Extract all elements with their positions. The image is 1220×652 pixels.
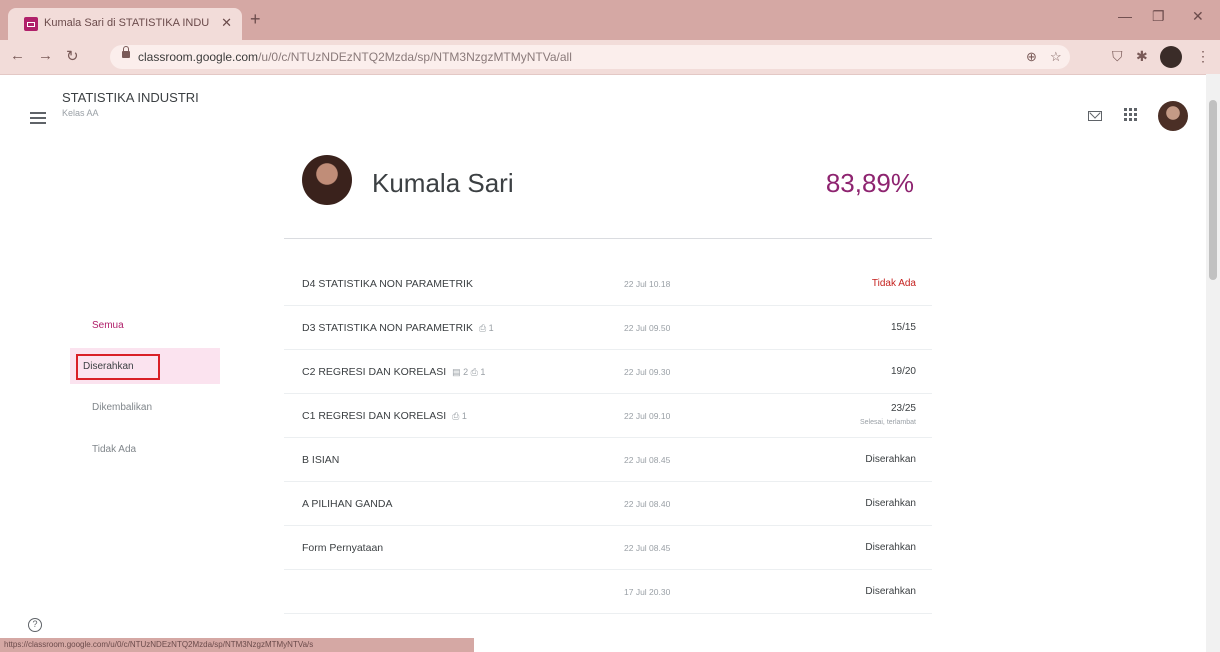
back-icon[interactable]: ← [10, 47, 25, 64]
assignment-title: B ISIAN [302, 454, 340, 466]
assignment-status: Diserahkan [865, 498, 916, 509]
scrollbar-thumb[interactable] [1209, 100, 1217, 280]
window-close-icon[interactable]: ✕ [1192, 8, 1204, 25]
url-path: /u/0/c/NTUzNDEzNTQ2Mzda/sp/NTM3NzgzMTMyN… [258, 50, 572, 64]
late-note: Selesai, terlambat [859, 419, 916, 426]
assignment-list: D4 STATISTIKA NON PARAMETRIK 22 Jul 10.1… [284, 262, 932, 614]
assignment-status: Diserahkan [865, 542, 916, 553]
extension-shield-icon[interactable]: ⛉ [1112, 48, 1123, 65]
attachment-count: ▤ 2 ⎙ 1 [452, 367, 486, 377]
link-status-bar: https://classroom.google.com/u/0/c/NTUzN… [0, 638, 474, 652]
new-tab-button[interactable]: + [250, 10, 261, 28]
url-text[interactable]: classroom.google.com/u/0/c/NTUzNDEzNTQ2M… [138, 50, 572, 64]
filter-diserahkan[interactable]: Diserahkan [76, 354, 160, 380]
browser-toolbar: ← → ↻ classroom.google.com/u/0/c/NTUzNDE… [0, 40, 1220, 75]
zoom-icon[interactable]: ⊕ [1026, 49, 1037, 65]
lock-icon [122, 46, 130, 58]
forward-icon[interactable]: → [38, 47, 53, 64]
assignment-title: C1 REGRESI DAN KORELASI ⎙ 1 [302, 410, 467, 422]
account-avatar[interactable] [1158, 101, 1188, 131]
assignment-date: 22 Jul 10.18 [624, 279, 671, 289]
assignment-date: 17 Jul 20.30 [624, 587, 671, 597]
browser-menu-icon[interactable]: ⋮ [1196, 48, 1210, 65]
student-avatar [302, 155, 352, 205]
assignment-grade: 23/25 [890, 403, 916, 414]
browser-tab[interactable]: Kumala Sari di STATISTIKA INDU ✕ [8, 8, 242, 40]
address-bar[interactable]: classroom.google.com/u/0/c/NTUzNDEzNTQ2M… [110, 45, 1070, 69]
assignment-title: C2 REGRESI DAN KORELASI ▤ 2 ⎙ 1 [302, 366, 486, 378]
assignment-row[interactable]: B ISIAN 22 Jul 08.45 Diserahkan [284, 438, 932, 482]
browser-profile-avatar[interactable] [1160, 46, 1182, 68]
filter-tidak-ada[interactable]: Tidak Ada [92, 444, 136, 455]
assignment-grade: 15/15 [890, 322, 916, 333]
assignment-date: 22 Jul 09.30 [624, 367, 671, 377]
assignment-row[interactable]: Form Pernyataan 22 Jul 08.45 Diserahkan [284, 526, 932, 570]
tab-title: Kumala Sari di STATISTIKA INDU [44, 17, 210, 29]
main-menu-icon[interactable] [30, 112, 46, 124]
classroom-favicon-icon [24, 17, 38, 31]
assignment-row[interactable]: A PILIHAN GANDA 22 Jul 08.40 Diserahkan [284, 482, 932, 526]
extensions-puzzle-icon[interactable]: ✱ [1136, 48, 1148, 65]
assignment-date: 22 Jul 08.40 [624, 499, 671, 509]
assignment-status: Tidak Ada [871, 278, 916, 289]
mail-icon[interactable] [1088, 111, 1102, 121]
class-section: Kelas AA [62, 108, 99, 118]
assignment-title: Form Pernyataan [302, 542, 384, 554]
attachment-count: ⎙ 1 [452, 411, 467, 421]
assignment-title: D4 STATISTIKA NON PARAMETRIK [302, 278, 473, 290]
assignment-row[interactable]: C2 REGRESI DAN KORELASI ▤ 2 ⎙ 1 22 Jul 09… [284, 350, 932, 394]
attachment-count: ⎙ 1 [478, 323, 494, 333]
reload-icon[interactable]: ↻ [66, 47, 79, 65]
assignment-date: 22 Jul 08.45 [624, 543, 671, 553]
google-apps-icon[interactable] [1124, 108, 1138, 122]
browser-tab-bar: Kumala Sari di STATISTIKA INDU ✕ + — ❐ ✕ [0, 0, 1220, 40]
assignment-row[interactable]: C1 REGRESI DAN KORELASI ⎙ 1 22 Jul 09.10 … [284, 394, 932, 438]
maximize-icon[interactable]: ❐ [1152, 8, 1165, 25]
filter-dikembalikan[interactable]: Dikembalikan [92, 402, 152, 413]
assignment-grade: 19/20 [890, 366, 916, 377]
assignment-status: Diserahkan [865, 586, 916, 597]
student-score: 83,89% [825, 168, 914, 198]
help-icon[interactable]: ? [28, 618, 42, 632]
assignment-date: 22 Jul 09.10 [624, 411, 671, 421]
assignment-title: D3 STATISTIKA NON PARAMETRIK ⎙ 1 [302, 322, 494, 334]
filter-semua[interactable]: Semua [92, 320, 124, 331]
assignment-row[interactable]: 17 Jul 20.30 Diserahkan [284, 570, 932, 614]
assignment-status: Diserahkan [865, 454, 916, 465]
class-title[interactable]: STATISTIKA INDUSTRI [62, 90, 199, 105]
header-divider [284, 238, 932, 239]
student-name: Kumala Sari [372, 168, 514, 198]
assignment-title: A PILIHAN GANDA [302, 498, 393, 510]
tab-close-icon[interactable]: ✕ [221, 15, 232, 31]
url-host: classroom.google.com [138, 50, 259, 64]
bookmark-star-icon[interactable]: ☆ [1050, 49, 1062, 65]
assignment-date: 22 Jul 09.50 [624, 323, 671, 333]
assignment-date: 22 Jul 08.45 [624, 455, 671, 465]
assignment-row[interactable]: D4 STATISTIKA NON PARAMETRIK 22 Jul 10.1… [284, 262, 932, 306]
minimize-icon[interactable]: — [1118, 8, 1132, 24]
assignment-row[interactable]: D3 STATISTIKA NON PARAMETRIK ⎙ 1 22 Jul 0… [284, 306, 932, 350]
